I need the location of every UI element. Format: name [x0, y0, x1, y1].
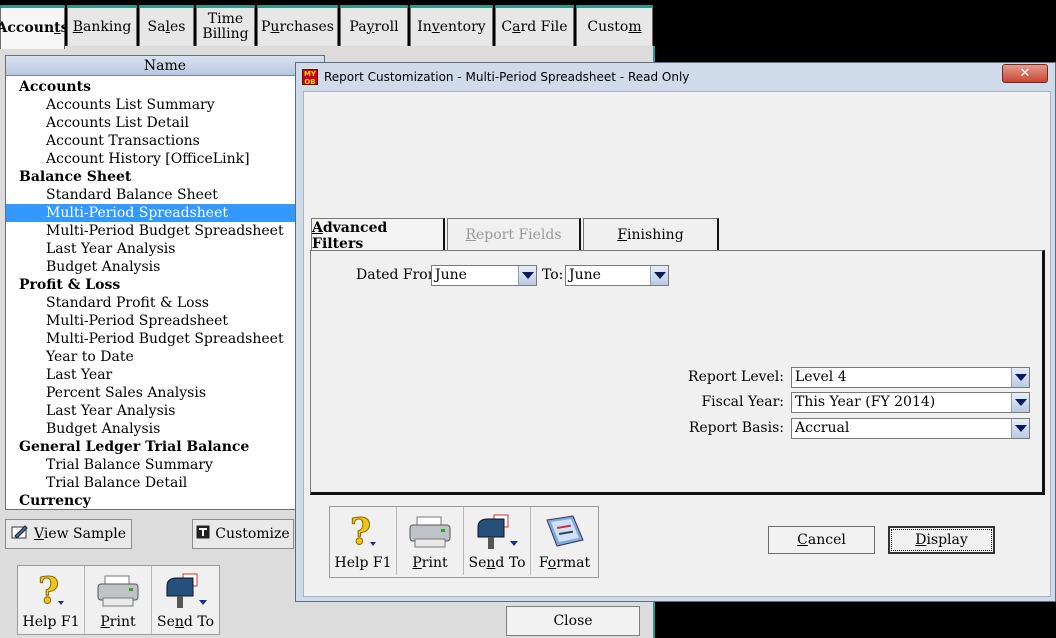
list-item[interactable]: Year to Date: [6, 348, 324, 366]
list-item[interactable]: Accounts List Detail: [6, 114, 324, 132]
list-item[interactable]: Budget Analysis: [6, 420, 324, 438]
list-item[interactable]: Account History [OfficeLink]: [6, 150, 324, 168]
dialog-toolbar: ? Help F1 Print Send To Format: [329, 506, 599, 578]
list-group-header: Currency: [19, 493, 91, 509]
tab-time-billing[interactable]: Time Billing: [196, 5, 255, 46]
list-group-header: General Ledger Trial Balance: [19, 439, 250, 455]
list-group-header: Profit & Loss: [19, 277, 121, 293]
tab-banking[interactable]: Banking: [67, 5, 137, 46]
myob-app-icon: MY OB: [302, 68, 318, 86]
chevron-down-icon[interactable]: [1011, 393, 1029, 412]
report-level-label: Report Level:: [688, 369, 784, 385]
tab-custom[interactable]: Custom: [576, 5, 653, 46]
chevron-down-icon[interactable]: [650, 266, 668, 285]
tab-accounts[interactable]: Accounts: [0, 5, 68, 49]
list-item[interactable]: Last Year Analysis: [6, 240, 324, 258]
report-category-tabs: Accounts Banking Sales Time Billing Purch…: [0, 5, 655, 49]
dialog-title-bar[interactable]: MY OB Report Customization - Multi-Perio…: [296, 63, 1055, 90]
mailbox-icon: [163, 571, 209, 611]
list-group-header: Accounts: [19, 79, 91, 95]
report-list[interactable]: Name Accounts Accounts List Summary Accoun…: [5, 55, 325, 510]
printer-icon: [407, 512, 453, 552]
list-item[interactable]: Multi-Period Budget Spreadsheet: [6, 222, 324, 240]
list-item[interactable]: Trial Balance Detail: [6, 474, 324, 492]
customize-icon: [196, 525, 210, 543]
to-select[interactable]: June: [565, 265, 669, 286]
format-icon: [543, 512, 587, 552]
dialog-title: Report Customization - Multi-Period Spre…: [324, 69, 690, 84]
list-item[interactable]: Trial Balance Summary: [6, 456, 324, 474]
reports-toolbar: ? Help F1 Print Send To: [17, 565, 220, 635]
tab-purchases[interactable]: Purchases: [257, 5, 338, 46]
tab-card-file[interactable]: Card File: [495, 5, 574, 46]
format-button[interactable]: Format: [531, 507, 598, 575]
to-label: To:: [542, 267, 564, 283]
report-level-select[interactable]: Level 4: [791, 367, 1030, 388]
display-button[interactable]: Display: [888, 526, 995, 554]
tab-advanced-filters[interactable]: Advanced Filters: [311, 218, 445, 252]
list-item[interactable]: Multi-Period Spreadsheet: [6, 204, 324, 222]
customize-button[interactable]: Customize: [192, 519, 294, 549]
svg-text:?: ?: [38, 571, 59, 611]
mailbox-icon: [474, 512, 520, 552]
dialog-close-icon[interactable]: ✕: [1002, 64, 1048, 83]
help-button[interactable]: ? Help F1: [330, 507, 397, 575]
fiscal-year-label: Fiscal Year:: [701, 394, 784, 410]
list-item[interactable]: Multi-Period Spreadsheet: [6, 312, 324, 330]
fiscal-year-select[interactable]: This Year (FY 2014): [791, 392, 1030, 413]
list-item[interactable]: Standard Profit & Loss: [6, 294, 324, 312]
tab-inventory[interactable]: Inventory: [410, 5, 493, 46]
dialog-client-area: Advanced Filters Report Fields Finishing…: [303, 91, 1051, 597]
advanced-filters-panel: Dated From: June To: June Report Level: …: [310, 250, 1045, 495]
report-list-body: Accounts Accounts List Summary Accounts Li…: [6, 76, 324, 509]
help-button[interactable]: ? Help F1: [18, 566, 85, 634]
list-item[interactable]: Last Year: [6, 366, 324, 384]
view-sample-icon: [11, 524, 29, 544]
svg-text:?: ?: [350, 512, 371, 552]
print-button[interactable]: Print: [85, 566, 152, 634]
chevron-down-icon[interactable]: [1011, 368, 1029, 387]
printer-icon: [95, 571, 141, 611]
tab-payroll[interactable]: Payroll: [340, 5, 408, 46]
tab-finishing[interactable]: Finishing: [583, 218, 719, 251]
send-to-button[interactable]: Send To: [464, 507, 531, 575]
list-item[interactable]: Standard Balance Sheet: [6, 186, 324, 204]
send-to-button[interactable]: Send To: [152, 566, 219, 634]
chevron-down-icon[interactable]: [1011, 419, 1029, 438]
list-item[interactable]: Multi-Period Budget Spreadsheet: [6, 330, 324, 348]
cancel-button[interactable]: Cancel: [768, 526, 875, 554]
list-group-header: Balance Sheet: [19, 169, 132, 185]
list-item[interactable]: Accounts List Summary: [6, 96, 324, 114]
close-button[interactable]: Close: [506, 606, 640, 636]
tab-report-fields[interactable]: Report Fields: [447, 218, 581, 251]
help-icon: ?: [34, 571, 68, 611]
dated-from-select[interactable]: June: [431, 265, 537, 286]
report-basis-label: Report Basis:: [688, 420, 784, 436]
list-item[interactable]: Account Transactions: [6, 132, 324, 150]
view-sample-button[interactable]: View Sample: [5, 519, 132, 549]
help-icon: ?: [346, 512, 380, 552]
list-column-header-name[interactable]: Name: [6, 56, 324, 76]
report-customization-dialog: MY OB Report Customization - Multi-Perio…: [295, 62, 1056, 602]
list-item[interactable]: Percent Sales Analysis: [6, 384, 324, 402]
list-item[interactable]: Budget Analysis: [6, 258, 324, 276]
print-button[interactable]: Print: [397, 507, 464, 575]
report-basis-select[interactable]: Accrual: [791, 418, 1030, 439]
chevron-down-icon[interactable]: [518, 266, 536, 285]
tab-sales[interactable]: Sales: [139, 5, 194, 46]
list-item[interactable]: Last Year Analysis: [6, 402, 324, 420]
